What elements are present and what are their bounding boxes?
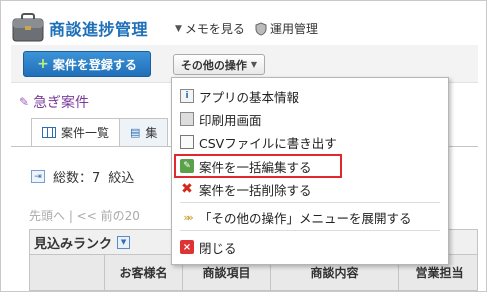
summary-row: ⇥ 総数：7 絞込 (31, 167, 134, 186)
urgent-cases-link[interactable]: ✎ 急ぎ案件 (19, 92, 89, 112)
highlight-box (174, 154, 342, 178)
menu-divider (180, 202, 440, 203)
view-tabs: 案件一覧 ▤ 集 (31, 118, 169, 146)
dropdown-icon[interactable]: ▼ (117, 235, 131, 249)
admin-link-label: 運用管理 (270, 22, 319, 36)
list-grid-icon (42, 127, 56, 138)
briefcase-icon (12, 13, 44, 42)
memo-link[interactable]: ▼ メモを見る (175, 20, 245, 37)
arrow-right-icon[interactable]: ⇥ (31, 170, 45, 183)
filter-label[interactable]: 絞込 (108, 167, 134, 186)
document-icon: ▤ (130, 126, 141, 139)
menu-item-close[interactable]: × 閉じる (180, 237, 237, 257)
menu-item-label: 印刷用画面 (199, 112, 262, 128)
tab-label: 案件一覧 (61, 126, 110, 140)
print-icon (180, 112, 194, 126)
menu-item-csv-export[interactable]: CSVファイルに書き出す (180, 132, 337, 152)
app-frame: 商談進捗管理 ▼ メモを見る 運用管理 + 案件を登録する その他の操作 ▼ ✎… (0, 0, 487, 292)
tab-aggregate[interactable]: ▤ 集 (120, 118, 169, 146)
menu-item-app-info[interactable]: i アプリの基本情報 (180, 86, 299, 106)
menu-item-bulk-delete[interactable]: ✖ 案件を一括削除する (180, 179, 312, 199)
pin-icon: ✎ (19, 95, 30, 109)
csv-export-icon (180, 135, 194, 149)
app-info-icon: i (180, 89, 194, 103)
plus-icon: + (37, 56, 49, 72)
group-header-label: 見込みランク (34, 236, 113, 252)
expand-menu-icon: »» (183, 210, 193, 224)
menu-item-label: 案件を一括削除する (199, 182, 312, 198)
menu-item-label: 閉じる (199, 240, 237, 256)
menu-item-expand-menu[interactable]: »» 「その他の操作」メニューを展開する (180, 207, 412, 227)
urgent-cases-label: 急ぎ案件 (33, 95, 90, 111)
tab-case-list[interactable]: 案件一覧 (31, 118, 121, 146)
close-icon: × (180, 240, 194, 254)
bulk-delete-icon: ✖ (181, 181, 193, 197)
other-ops-button-label: その他の操作 (180, 58, 247, 72)
other-ops-button[interactable]: その他の操作 ▼ (173, 54, 265, 75)
admin-link[interactable]: 運用管理 (255, 20, 318, 37)
shield-icon (255, 21, 267, 36)
triangle-down-icon: ▼ (175, 23, 182, 34)
tab-label: 集 (145, 126, 158, 140)
menu-item-print[interactable]: 印刷用画面 (180, 109, 262, 129)
menu-item-label: アプリの基本情報 (199, 89, 300, 105)
menu-divider (180, 230, 440, 231)
total-count: 総数：7 (53, 171, 101, 186)
memo-link-label: メモを見る (184, 22, 245, 36)
page-title: 商談進捗管理 (49, 20, 149, 39)
add-case-button-label: 案件を登録する (52, 57, 137, 72)
menu-item-label: CSVファイルに書き出す (199, 135, 337, 151)
add-case-button[interactable]: + 案件を登録する (23, 51, 151, 77)
menu-item-label: 「その他の操作」メニューを展開する (199, 210, 412, 226)
triangle-down-icon: ▼ (250, 60, 258, 69)
pager[interactable]: 先頭へ | << 前の20 (29, 207, 140, 224)
